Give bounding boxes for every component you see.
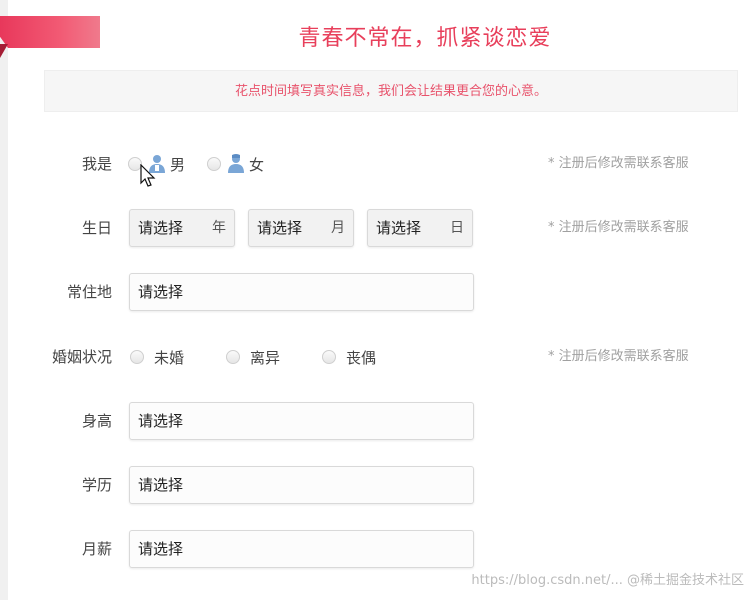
height-label: 身高 <box>81 412 112 430</box>
birth-year-select[interactable]: 请选择 年 <box>129 209 235 247</box>
residence-row: 常住地 请选择 <box>0 272 756 312</box>
gender-hint: * 注册后修改需联系客服 <box>548 156 689 171</box>
marital-hint: * 注册后修改需联系客服 <box>548 349 689 364</box>
birthday-label: 生日 <box>81 219 112 237</box>
height-value: 请选择 <box>138 412 184 430</box>
birth-month-value: 请选择 <box>257 219 303 237</box>
birth-month-select[interactable]: 请选择 月 <box>248 209 354 247</box>
gender-label: 我是 <box>81 155 112 173</box>
marital-radio-group: 未婚 离异 丧偶 <box>130 337 398 377</box>
notice-banner: 花点时间填写真实信息，我们会让结果更合您的心意。 <box>44 70 738 112</box>
income-select[interactable]: 请选择 <box>129 530 474 568</box>
widowed-radio[interactable] <box>322 350 337 364</box>
marital-option-widowed[interactable]: 丧偶 <box>322 347 376 368</box>
corner-ribbon-fold <box>0 44 8 58</box>
single-option-label: 未婚 <box>154 348 185 367</box>
divorced-option-label: 离异 <box>250 348 281 367</box>
marital-option-single[interactable]: 未婚 <box>130 347 184 368</box>
birth-year-value: 请选择 <box>138 219 184 237</box>
income-value: 请选择 <box>138 540 184 558</box>
gender-option-male[interactable]: 男 <box>128 154 185 175</box>
birthday-hint: * 注册后修改需联系客服 <box>548 220 689 235</box>
birth-month-unit: 月 <box>331 220 345 236</box>
marital-label: 婚姻状况 <box>51 348 112 366</box>
height-row: 身高 请选择 <box>0 401 756 441</box>
watermark: https://blog.csdn.net/... @稀土掘金技术社区 <box>471 573 744 588</box>
male-option-label: 男 <box>170 155 186 174</box>
marital-row: 婚姻状况 未婚 离异 丧偶 * 注册后修改需联系客服 <box>0 337 756 377</box>
residence-label: 常住地 <box>66 283 112 301</box>
education-label: 学历 <box>81 476 112 494</box>
page-title: 青春不常在，抓紧谈恋爱 <box>298 26 552 51</box>
female-option-label: 女 <box>249 155 265 174</box>
education-value: 请选择 <box>138 476 184 494</box>
marital-option-divorced[interactable]: 离异 <box>226 347 280 368</box>
residence-value: 请选择 <box>138 283 184 301</box>
education-row: 学历 请选择 <box>0 465 756 505</box>
widowed-option-label: 丧偶 <box>346 348 377 367</box>
height-select[interactable]: 请选择 <box>129 402 474 440</box>
income-label: 月薪 <box>81 540 112 558</box>
birth-day-unit: 日 <box>450 220 464 236</box>
single-radio[interactable] <box>130 350 144 364</box>
residence-select[interactable]: 请选择 <box>129 273 474 311</box>
female-user-icon <box>228 154 245 173</box>
gender-row: 我是 男 女 * 注册后修改需联系客服 <box>0 144 756 184</box>
birth-day-select[interactable]: 请选择 日 <box>367 209 473 247</box>
gender-option-female[interactable]: 女 <box>207 154 264 175</box>
income-row: 月薪 请选择 <box>0 529 756 569</box>
mouse-cursor-icon <box>140 164 156 187</box>
divorced-radio[interactable] <box>226 350 241 364</box>
birthday-row: 生日 请选择 年 请选择 月 请选择 日 * 注册后修改需联系客服 <box>0 208 756 248</box>
birth-year-unit: 年 <box>212 220 226 236</box>
corner-ribbon <box>0 16 100 48</box>
female-radio[interactable] <box>207 157 222 171</box>
birth-day-value: 请选择 <box>376 219 422 237</box>
education-select[interactable]: 请选择 <box>129 466 474 504</box>
